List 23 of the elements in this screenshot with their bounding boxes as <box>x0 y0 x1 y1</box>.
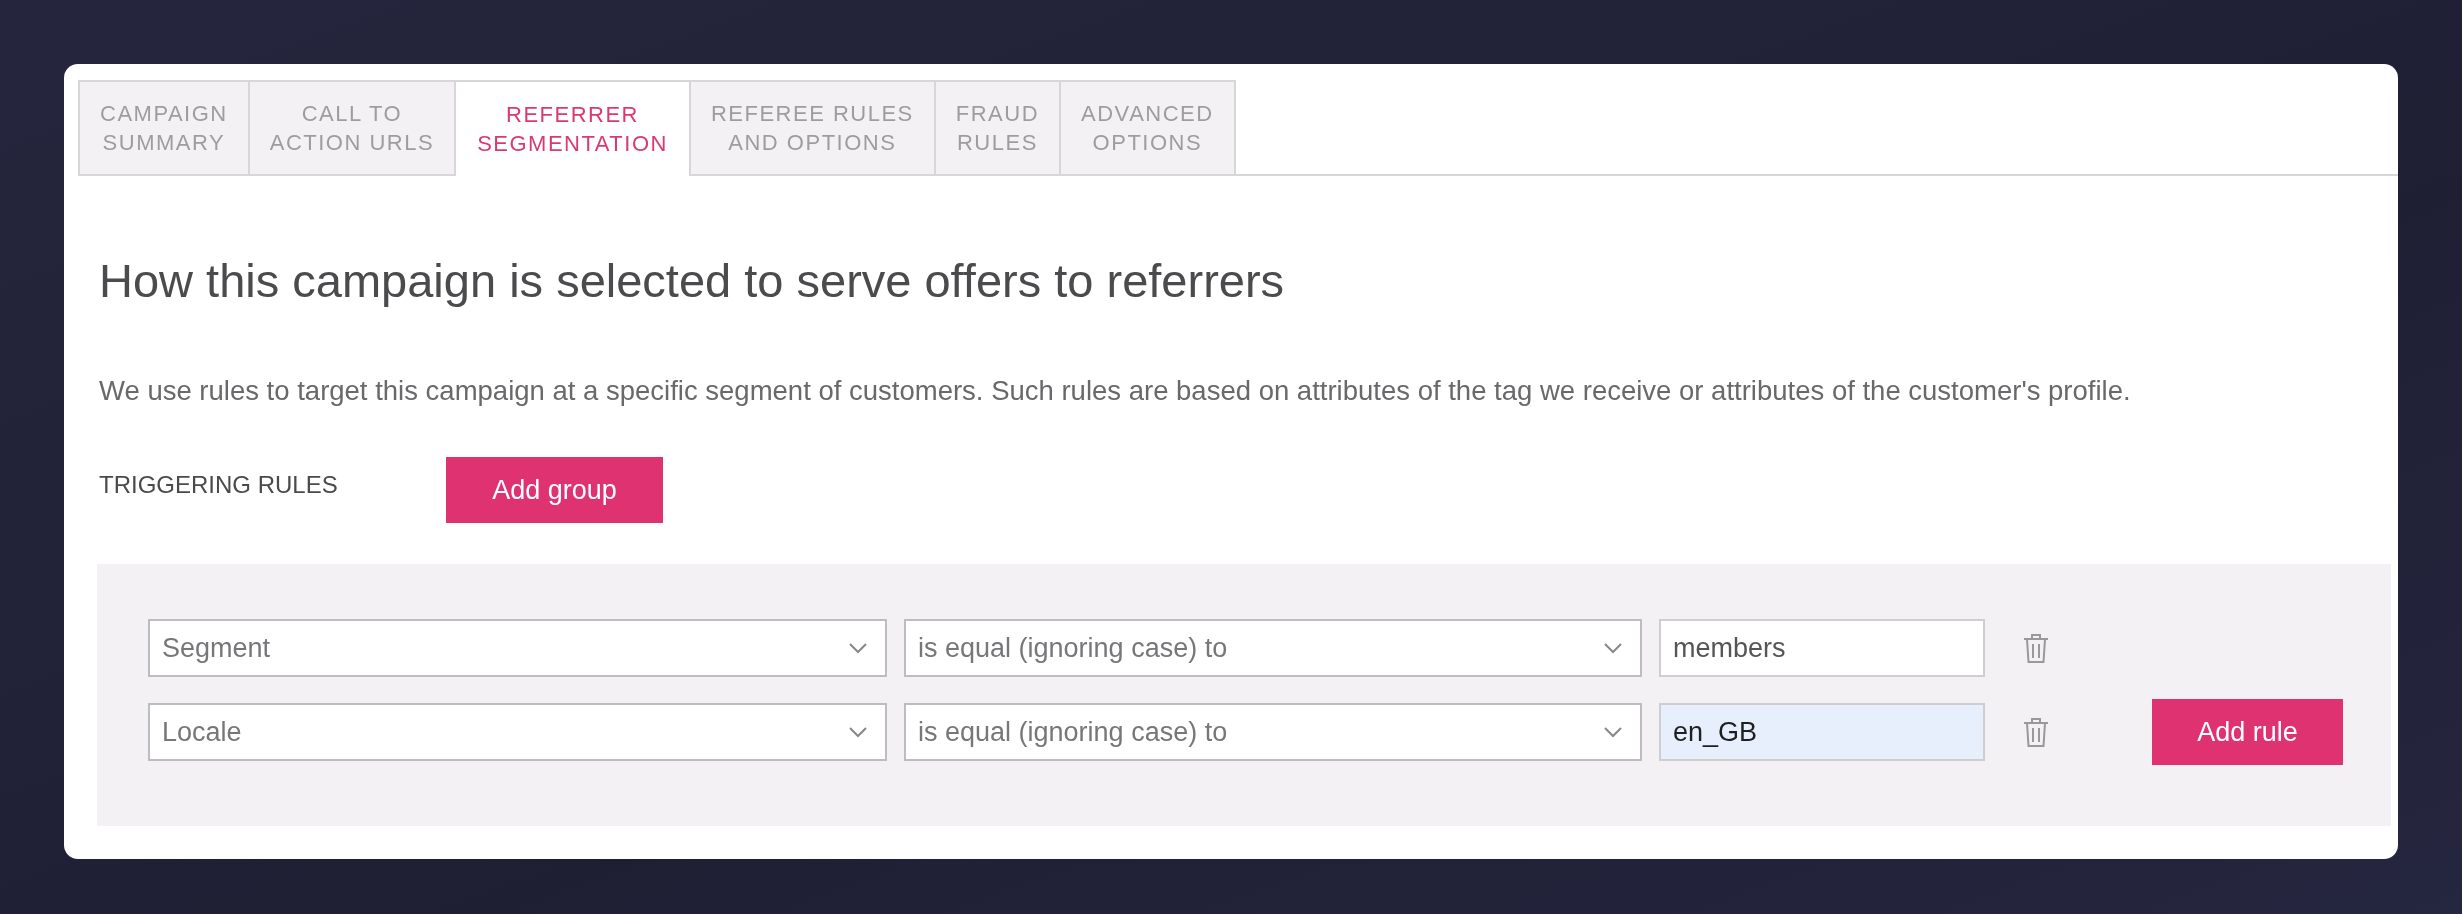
attribute-select[interactable]: Locale <box>148 703 887 761</box>
add-rule-button[interactable]: Add rule <box>2152 699 2343 765</box>
add-group-button[interactable]: Add group <box>446 457 663 523</box>
section-label: TRIGGERING RULES <box>99 471 339 499</box>
description-text: We use rules to target this campaign at a specific segment of customers. Such rules are based on attributes of the tag we receive or attributes of the customer's profile. <box>99 375 2132 407</box>
tab[interactable]: REFERRER SEGMENTATION <box>456 80 691 176</box>
tab[interactable]: FRAUD RULES <box>935 80 1062 174</box>
trash-icon[interactable] <box>2023 717 2049 747</box>
chevron-down-icon <box>849 642 867 654</box>
page-heading: How this campaign is selected to serve offers to referrers <box>99 255 1286 307</box>
trash-icon[interactable] <box>2023 633 2049 663</box>
value-field[interactable]: members <box>1659 619 1985 677</box>
operator-select[interactable]: is equal (ignoring case) to <box>904 619 1642 677</box>
operator-select[interactable]: is equal (ignoring case) to <box>904 703 1642 761</box>
chevron-down-icon <box>1604 726 1622 738</box>
tab[interactable]: CAMPAIGN SUMMARY <box>78 80 250 174</box>
value-field[interactable]: en_GB <box>1659 703 1985 761</box>
chevron-down-icon <box>1604 642 1622 654</box>
chevron-down-icon <box>849 726 867 738</box>
tab[interactable]: ADVANCED OPTIONS <box>1061 80 1236 174</box>
tab[interactable]: REFEREE RULES AND OPTIONS <box>690 80 936 174</box>
tab[interactable]: CALL TO ACTION URLS <box>249 80 457 174</box>
attribute-select[interactable]: Segment <box>148 619 887 677</box>
